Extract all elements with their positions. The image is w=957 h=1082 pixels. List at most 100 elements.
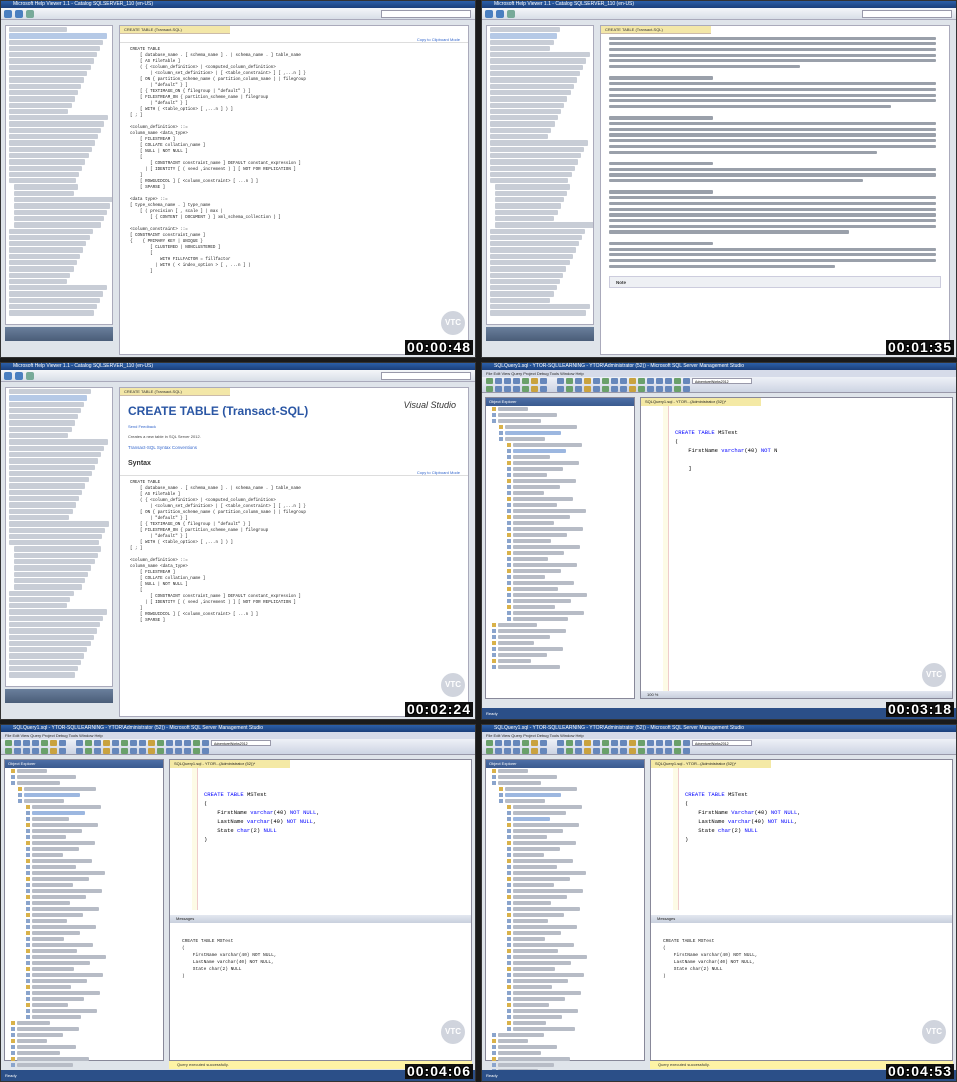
tree-node[interactable]	[513, 972, 584, 978]
sidebar-item[interactable]	[9, 527, 106, 533]
toolbar-button[interactable]	[202, 748, 209, 754]
tree-node[interactable]	[513, 526, 583, 532]
tree-node[interactable]	[513, 472, 547, 478]
sidebar-item[interactable]	[490, 39, 554, 45]
toolbar-button[interactable]	[611, 748, 618, 754]
tree-node[interactable]	[32, 930, 80, 936]
toolbar-button[interactable]	[148, 740, 155, 746]
toolbar-button[interactable]	[575, 740, 582, 746]
toolbar-button[interactable]	[112, 740, 119, 746]
toolbar-button[interactable]	[593, 386, 600, 392]
database-selector[interactable]: AdventureWorks2012	[211, 740, 271, 746]
tree-node[interactable]	[513, 1002, 549, 1008]
toolbar-button[interactable]	[139, 740, 146, 746]
sidebar-item[interactable]	[490, 304, 590, 310]
toolbar-button[interactable]	[59, 740, 66, 746]
sidebar-item[interactable]	[14, 184, 78, 190]
sidebar-item[interactable]	[490, 96, 568, 102]
sidebar-item[interactable]	[9, 502, 76, 508]
toolbar-button[interactable]	[23, 740, 30, 746]
sidebar-item[interactable]	[14, 203, 111, 209]
toolbar-button[interactable]	[148, 748, 155, 754]
tree-node[interactable]	[513, 532, 567, 538]
search-input[interactable]	[381, 372, 471, 380]
sidebar-item[interactable]	[9, 52, 97, 58]
database-selector[interactable]: AdventureWorks2012	[692, 378, 752, 384]
tree-node[interactable]	[513, 484, 560, 490]
tree-row[interactable]	[486, 664, 634, 670]
tree-node[interactable]	[32, 966, 74, 972]
sidebar-item[interactable]	[490, 253, 573, 259]
tree-node[interactable]	[32, 990, 100, 996]
toolbar-button[interactable]	[557, 386, 564, 392]
forward-icon[interactable]	[15, 372, 23, 380]
toolbar-button[interactable]	[656, 748, 663, 754]
tree-node[interactable]	[513, 1008, 578, 1014]
tree-node[interactable]	[513, 502, 557, 508]
sidebar-item[interactable]	[9, 389, 91, 395]
messages-tab[interactable]: Messages	[170, 915, 471, 923]
tree-node[interactable]	[32, 876, 89, 882]
tree-node[interactable]	[513, 822, 579, 828]
tree-node[interactable]	[513, 996, 565, 1002]
sidebar-item[interactable]	[9, 83, 82, 89]
tree-node[interactable]	[513, 864, 557, 870]
sidebar-item[interactable]	[9, 121, 105, 127]
sidebar-item[interactable]	[9, 640, 91, 647]
toolbar-button[interactable]	[504, 748, 511, 754]
toolbar-button[interactable]	[540, 386, 547, 392]
tree-node[interactable]	[505, 424, 577, 430]
tree-node[interactable]	[17, 1038, 47, 1044]
toolbar-button[interactable]	[620, 740, 627, 746]
tree-node[interactable]	[513, 616, 568, 622]
tab-create-table[interactable]: CREATE TABLE (Transact-SQL)	[601, 26, 711, 34]
tree-node[interactable]	[513, 580, 574, 586]
toolbar-button[interactable]	[611, 378, 618, 384]
sidebar-item[interactable]	[495, 197, 564, 203]
toolbar-button[interactable]	[130, 748, 137, 754]
editor-tab[interactable]: SQLQuery1.sql - YTOR...(Administrator (5…	[641, 398, 761, 406]
sidebar-item[interactable]	[9, 496, 79, 502]
tree-node[interactable]	[32, 984, 71, 990]
tree-node[interactable]	[513, 550, 564, 556]
toolbar-button[interactable]	[103, 748, 110, 754]
sidebar-item[interactable]	[490, 159, 578, 165]
sidebar-item[interactable]	[490, 121, 555, 127]
toolbar-button[interactable]	[513, 740, 520, 746]
tree-node[interactable]	[32, 906, 99, 912]
sidebar-item[interactable]	[9, 171, 79, 178]
tree-node[interactable]	[17, 1020, 50, 1026]
sidebar-item[interactable]	[490, 52, 590, 58]
sidebar-item[interactable]	[9, 127, 102, 134]
toolbar-button[interactable]	[638, 378, 645, 384]
tree-node[interactable]	[513, 858, 573, 864]
tree-node[interactable]	[513, 592, 587, 598]
tree-node[interactable]	[513, 810, 566, 816]
tree-node[interactable]	[513, 496, 573, 502]
toolbar-button[interactable]	[486, 740, 493, 746]
sidebar-item[interactable]	[490, 259, 570, 266]
sidebar-item[interactable]	[490, 165, 575, 171]
toolbar-button[interactable]	[683, 748, 690, 754]
sidebar-item[interactable]	[9, 451, 102, 458]
tree-node[interactable]	[513, 882, 554, 888]
toolbar-button[interactable]	[620, 386, 627, 392]
sidebar-item[interactable]	[14, 209, 108, 215]
toolbar-button[interactable]	[602, 740, 609, 746]
tree-node[interactable]	[513, 544, 580, 550]
tree-node[interactable]	[505, 430, 561, 436]
sidebar-item[interactable]	[14, 559, 95, 565]
sidebar-item[interactable]	[9, 464, 95, 470]
sidebar-item[interactable]	[9, 458, 99, 464]
toolbar-button[interactable]	[23, 748, 30, 754]
database-selector[interactable]: AdventureWorks2012	[692, 740, 752, 746]
toolbar-button[interactable]	[629, 378, 636, 384]
sidebar-item[interactable]	[9, 77, 85, 83]
toolbar-button[interactable]	[85, 740, 92, 746]
tree-node[interactable]	[498, 406, 528, 412]
messages-tab[interactable]: Messages	[651, 915, 952, 923]
toolbar-button[interactable]	[683, 740, 690, 746]
sidebar-item[interactable]	[9, 234, 90, 241]
tree-node[interactable]	[17, 1050, 60, 1056]
tree-node[interactable]	[513, 978, 568, 984]
